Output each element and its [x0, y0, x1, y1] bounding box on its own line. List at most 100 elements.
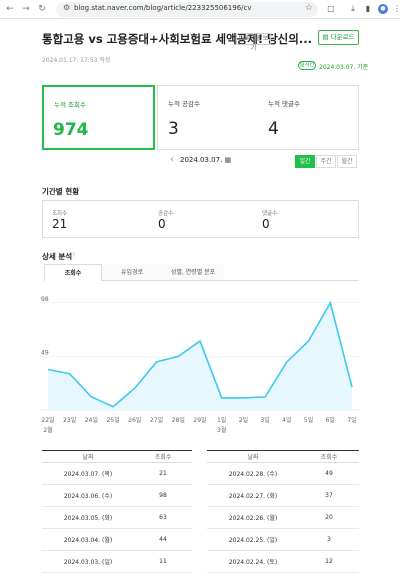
- summary-card-group: 누적 공감수 3 누적 댓글수 4: [157, 85, 359, 150]
- x-tick-label: 5일: [304, 416, 313, 424]
- row-views: 98: [134, 485, 192, 507]
- row-date: 2024.02.25. (일): [207, 529, 299, 551]
- views-line-chart: 499822일2월23일24일25일26일27일28일29일1일3월2일3일4일…: [40, 290, 360, 440]
- x-tick-sublabel: 2월: [43, 426, 52, 434]
- table-row: 2024.03.04. (월)44: [42, 529, 192, 551]
- realtime-badge: 실시간: [298, 61, 316, 70]
- x-tick-label: 22일: [41, 416, 54, 424]
- detail-help-icon[interactable]: ?: [72, 252, 75, 259]
- row-date: 2024.02.27. (화): [207, 485, 299, 507]
- extensions-icon[interactable]: ▢: [326, 4, 336, 14]
- next-date-icon[interactable]: ›: [224, 154, 228, 165]
- row-views: 21: [134, 463, 192, 485]
- period-comments-value: 0: [262, 217, 270, 231]
- table-header-views: 조회수: [299, 451, 359, 463]
- download-button-label: 다운로드: [331, 33, 355, 41]
- help-icon[interactable]: ?: [77, 187, 80, 194]
- summary-comments-value: 4: [268, 119, 279, 139]
- period-monthly[interactable]: 월간: [337, 155, 357, 168]
- x-tick-label: 26일: [128, 416, 141, 424]
- summary-views-label: 누적 조회수: [54, 99, 86, 109]
- summary-likes-value: 3: [168, 119, 179, 139]
- site-info-icon[interactable]: ⚙: [63, 3, 70, 12]
- table-row: 2024.02.25. (일)3: [207, 529, 359, 551]
- period-daily[interactable]: 일간: [295, 155, 315, 168]
- row-date: 2024.03.07. (목): [42, 463, 134, 485]
- x-tick-label: 29일: [193, 416, 206, 424]
- table-row: 2024.03.05. (화)63: [42, 507, 192, 529]
- sidepanel-icon[interactable]: ▮: [363, 4, 373, 14]
- x-tick-label: 27일: [150, 416, 163, 424]
- period-weekly[interactable]: 주간: [316, 155, 336, 168]
- x-tick-label: 2일: [239, 416, 248, 424]
- x-tick-label: 1일: [217, 416, 226, 424]
- tab-views[interactable]: 조회수: [44, 264, 102, 281]
- row-views: 12: [299, 551, 359, 573]
- period-views-label: 조회수: [52, 209, 67, 217]
- y-tick-label: 49: [41, 349, 49, 356]
- row-date: 2024.02.24. (토): [207, 551, 299, 573]
- summary-views-value: 974: [53, 120, 89, 140]
- row-views: 37: [299, 485, 359, 507]
- x-tick-label: 24일: [85, 416, 98, 424]
- x-tick-label: 3일: [260, 416, 269, 424]
- download-file-icon: ▤: [322, 33, 330, 41]
- detail-title: 상세 분석: [42, 251, 72, 262]
- table-header-date: 날짜: [207, 451, 299, 463]
- browser-toolbar: ← → ↻ ⚙ blog.stat.naver.com/blog/article…: [0, 0, 400, 19]
- row-date: 2024.02.28. (수): [207, 463, 299, 485]
- period-comments-label: 댓글수: [262, 209, 277, 217]
- address-bar[interactable]: ⚙ blog.stat.naver.com/blog/article/22332…: [56, 2, 318, 17]
- written-date: 2024.01.17. 17:53 작성: [42, 55, 110, 64]
- row-views: 20: [299, 507, 359, 529]
- table-row: 2024.03.07. (목)21: [42, 463, 192, 485]
- period-stats-title: 기간별 현황: [42, 186, 79, 197]
- row-views: 3: [299, 529, 359, 551]
- forward-icon[interactable]: →: [20, 3, 32, 15]
- period-stats-card: 조회수 21 공감수 0 댓글수 0: [42, 200, 359, 238]
- summary-card-views[interactable]: 누적 조회수 974: [42, 85, 155, 150]
- table-row: 2024.03.06. (수)98: [42, 485, 192, 507]
- summary-comments-label: 누적 댓글수: [268, 98, 300, 108]
- y-tick-label: 98: [41, 296, 49, 303]
- table-row: 2024.02.26. (월)20: [207, 507, 359, 529]
- current-date: 2024.03.07.: [180, 156, 222, 164]
- table-header-views: 조회수: [134, 451, 192, 463]
- x-tick-label: 7일: [347, 416, 356, 424]
- url-text: blog.stat.naver.com/blog/article/2233255…: [74, 4, 252, 12]
- download-icon[interactable]: ⤓: [348, 4, 358, 14]
- table-row: 2024.03.03. (일)11: [42, 551, 192, 573]
- article-title: 통합고용 vs 고용증대+사회보험료 세액공제! 당신의...: [42, 31, 312, 47]
- table-row: 2024.02.24. (토)12: [207, 551, 359, 573]
- menu-kebab-icon[interactable]: ⋮: [392, 4, 400, 14]
- back-icon[interactable]: ←: [4, 3, 16, 15]
- prev-date-icon[interactable]: ‹: [170, 154, 174, 165]
- row-date: 2024.03.04. (월): [42, 529, 134, 551]
- tab-divider: [224, 280, 359, 281]
- reload-icon[interactable]: ↻: [36, 3, 48, 15]
- x-tick-sublabel: 3월: [217, 426, 226, 434]
- row-date: 2024.02.26. (월): [207, 507, 299, 529]
- period-views-value: 21: [52, 217, 67, 231]
- period-likes-label: 공감수: [158, 209, 173, 217]
- profile-avatar-icon[interactable]: ●: [378, 4, 388, 14]
- x-tick-label: 23일: [63, 416, 76, 424]
- summary-likes-label: 누적 공감수: [168, 98, 200, 108]
- download-button[interactable]: ▤ 다운로드: [318, 30, 359, 45]
- bookmark-star-icon[interactable]: ☆: [305, 3, 313, 13]
- row-date: 2024.03.03. (일): [42, 551, 134, 573]
- row-date: 2024.03.05. (화): [42, 507, 134, 529]
- table-row: 2024.02.28. (수)49: [207, 463, 359, 485]
- x-tick-label: 4일: [282, 416, 291, 424]
- row-date: 2024.03.06. (수): [42, 485, 134, 507]
- view-post-button[interactable]: 미게시물 보기: [236, 33, 271, 45]
- tab-inflow[interactable]: 유입경로: [102, 264, 162, 281]
- table-row: 2024.02.27. (화)37: [207, 485, 359, 507]
- tab-demographics[interactable]: 성별, 연령별 분포: [162, 264, 224, 281]
- realtime-time: 2024.03.07. 기준: [319, 62, 368, 71]
- x-tick-label: 25일: [107, 416, 120, 424]
- table-header-date: 날짜: [42, 451, 134, 463]
- row-views: 44: [134, 529, 192, 551]
- row-views: 11: [134, 551, 192, 573]
- period-likes-value: 0: [158, 217, 166, 231]
